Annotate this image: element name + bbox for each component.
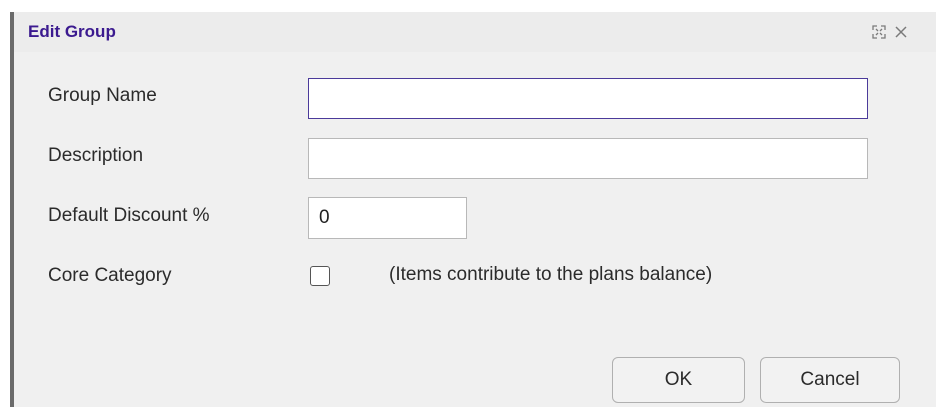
description-label: Description (48, 145, 144, 166)
default-discount-label: Default Discount % (48, 205, 210, 226)
core-category-note: (Items contribute to the plans balance) (389, 264, 713, 285)
group-name-label: Group Name (48, 85, 157, 106)
dialog-left-border (10, 12, 14, 407)
cancel-button[interactable]: Cancel (760, 357, 900, 403)
core-category-label: Core Category (48, 265, 172, 286)
maximize-icon[interactable] (868, 20, 890, 44)
dialog-title: Edit Group (28, 22, 116, 41)
ok-button[interactable]: OK (612, 357, 745, 403)
dialog-titlebar: Edit Group (14, 12, 936, 52)
core-category-checkbox[interactable] (310, 266, 330, 286)
description-input[interactable] (308, 138, 868, 179)
close-icon[interactable] (890, 20, 912, 44)
group-name-input[interactable] (308, 78, 868, 119)
default-discount-input[interactable]: 0 (308, 197, 467, 239)
